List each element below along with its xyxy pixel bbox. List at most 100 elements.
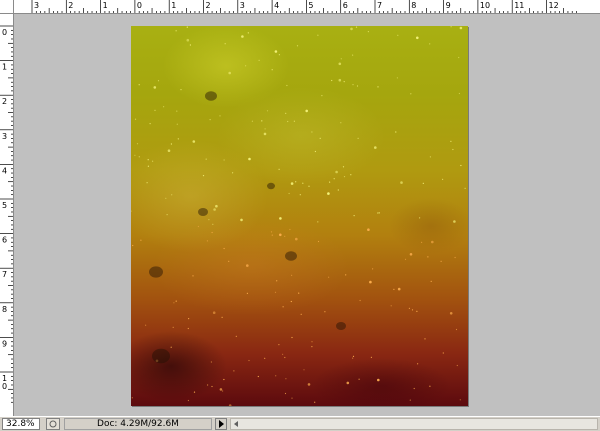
horizontal-scrollbar[interactable]	[230, 418, 598, 430]
star	[258, 59, 260, 62]
ruler-label: 7	[2, 270, 7, 279]
star	[212, 311, 216, 315]
star	[157, 80, 160, 82]
star	[147, 159, 149, 161]
document-size-info: Doc: 4.29M/92.6M	[64, 418, 212, 430]
ruler-origin[interactable]	[0, 0, 14, 14]
star	[235, 335, 237, 337]
star	[257, 375, 259, 378]
dust-patch	[285, 251, 297, 261]
star	[352, 54, 354, 56]
dust-patch	[267, 182, 275, 190]
star	[290, 300, 292, 303]
document-canvas[interactable]	[131, 26, 468, 406]
star	[275, 375, 277, 377]
dust-patch	[198, 208, 208, 216]
star	[429, 156, 431, 158]
star	[153, 86, 157, 89]
star	[176, 110, 178, 112]
status-menu-arrow-icon[interactable]	[215, 418, 227, 430]
star	[396, 77, 398, 79]
star	[337, 189, 339, 191]
star	[248, 359, 250, 362]
star	[464, 187, 466, 189]
vertical-ruler[interactable]: 012345678910	[0, 14, 14, 416]
star	[377, 378, 380, 382]
star	[136, 143, 139, 145]
star	[357, 137, 359, 139]
canvas-workspace[interactable]	[14, 14, 600, 416]
star	[456, 364, 458, 367]
star	[324, 311, 326, 313]
star	[284, 356, 286, 359]
star	[431, 240, 434, 244]
star	[147, 165, 149, 167]
star	[278, 344, 280, 346]
star	[224, 43, 226, 45]
star	[211, 385, 213, 388]
star	[397, 34, 399, 36]
star	[279, 217, 282, 220]
star	[311, 131, 313, 133]
dust-patch	[152, 348, 170, 364]
ruler-label: 0	[137, 1, 142, 10]
star	[442, 352, 444, 354]
star	[146, 182, 148, 184]
star	[192, 275, 194, 277]
ruler-label: 12	[549, 1, 559, 10]
star	[358, 378, 360, 380]
star	[409, 253, 413, 256]
star	[314, 401, 316, 403]
star	[154, 109, 156, 111]
star	[247, 32, 249, 34]
star	[370, 356, 372, 358]
star	[356, 85, 359, 87]
star	[240, 218, 243, 222]
star	[397, 287, 401, 291]
star	[340, 58, 342, 60]
star	[291, 336, 293, 339]
document-status-icon[interactable]	[46, 418, 60, 430]
star	[417, 363, 419, 365]
star	[295, 181, 297, 183]
star	[452, 148, 454, 151]
ruler-label: 2	[206, 1, 211, 10]
star	[285, 378, 287, 380]
star	[331, 79, 333, 82]
star	[134, 154, 136, 156]
star	[290, 182, 294, 185]
horizontal-ruler[interactable]: 3 2 1 0 1 2 3 4 5 6 7 8 9 10 11 12	[14, 0, 600, 14]
star	[172, 326, 174, 328]
star	[359, 299, 361, 302]
star	[177, 138, 179, 140]
scroll-left-arrow-icon[interactable]	[231, 419, 241, 429]
star	[173, 302, 175, 304]
star	[305, 109, 308, 113]
zoom-level-field[interactable]: 32.8%	[2, 418, 40, 430]
star	[410, 93, 412, 95]
status-bar: 32.8% Doc: 4.29M/92.6M	[0, 416, 600, 431]
star	[393, 288, 395, 290]
star	[419, 217, 421, 219]
star	[355, 26, 358, 28]
star	[246, 292, 248, 294]
star	[138, 156, 140, 158]
star	[271, 234, 273, 236]
star	[282, 306, 284, 308]
star	[285, 112, 287, 114]
star	[460, 164, 462, 167]
star	[353, 215, 355, 217]
star	[223, 378, 225, 381]
star	[400, 181, 403, 184]
star	[264, 128, 266, 130]
star	[291, 274, 293, 276]
star	[223, 247, 225, 250]
star	[187, 399, 189, 402]
star	[131, 397, 133, 399]
star	[233, 370, 235, 372]
ruler-label: 7	[377, 1, 382, 10]
star	[222, 390, 224, 392]
ruler-label: 2	[68, 1, 73, 10]
ruler-label: 6	[343, 1, 348, 10]
star	[286, 84, 288, 87]
